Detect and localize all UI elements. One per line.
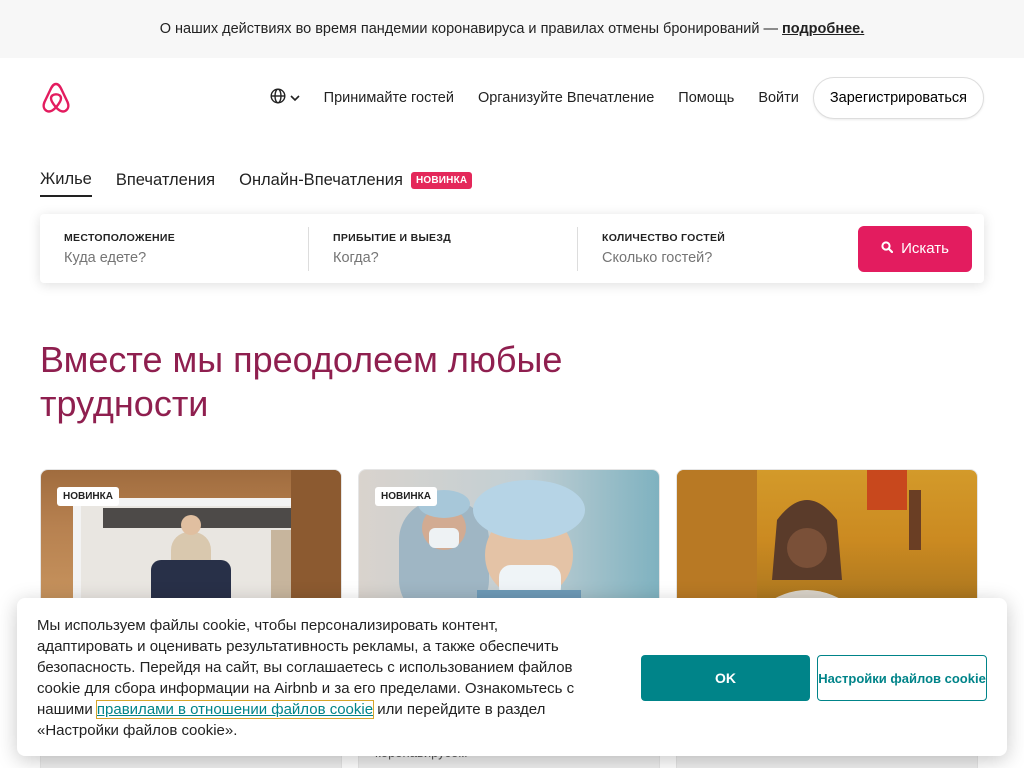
search-button[interactable]: Искать bbox=[858, 225, 972, 272]
card-new-badge: новинка bbox=[375, 487, 437, 506]
airbnb-logo-icon[interactable] bbox=[40, 81, 72, 115]
location-input[interactable] bbox=[64, 249, 284, 266]
card-image: новинка bbox=[359, 470, 659, 610]
new-badge: новинка bbox=[410, 172, 473, 189]
location-field[interactable]: Местоположение bbox=[40, 226, 309, 271]
covid-banner: О наших действиях во время пандемии коро… bbox=[0, 0, 1024, 58]
tab-online-experiences[interactable]: Онлайн-Впечатления новинка bbox=[239, 171, 473, 196]
dates-field[interactable]: Прибытие и выезд bbox=[309, 226, 578, 271]
guests-input[interactable] bbox=[602, 249, 822, 266]
card-new-badge: новинка bbox=[57, 487, 119, 506]
nav-help[interactable]: Помощь bbox=[678, 90, 734, 106]
globe-icon bbox=[270, 87, 286, 109]
guests-field[interactable]: Количество гостей bbox=[578, 227, 847, 271]
search-button-label: Искать bbox=[901, 240, 949, 257]
search-tabs: Жилье Впечатления Онлайн-Впечатления нов… bbox=[40, 170, 473, 197]
card-image: новинка bbox=[41, 470, 341, 610]
header: Принимайте гостей Организуйте Впечатлени… bbox=[0, 58, 1024, 138]
banner-text: О наших действиях во время пандемии коро… bbox=[159, 21, 779, 37]
tab-stays[interactable]: Жилье bbox=[40, 170, 92, 197]
cookie-banner: Мы используем файлы cookie, чтобы персон… bbox=[17, 598, 1007, 756]
nav-host-experience[interactable]: Организуйте Впечатление bbox=[478, 90, 654, 106]
dates-label: Прибытие и выезд bbox=[333, 231, 451, 244]
dates-input[interactable] bbox=[333, 249, 553, 266]
cookie-ok-button[interactable]: OK bbox=[641, 655, 810, 701]
chevron-down-icon bbox=[290, 89, 300, 107]
top-nav: Принимайте гостей Организуйте Впечатлени… bbox=[270, 77, 984, 119]
location-label: Местоположение bbox=[64, 231, 176, 244]
cookie-settings-button[interactable]: Настройки файлов cookie bbox=[817, 655, 987, 701]
card-image bbox=[677, 470, 977, 610]
cookie-policy-link[interactable]: правилами в отношении файлов cookie bbox=[95, 700, 375, 719]
nav-host[interactable]: Принимайте гостей bbox=[324, 90, 454, 106]
nav-login[interactable]: Войти bbox=[758, 90, 799, 106]
banner-more-link[interactable]: подробнее. bbox=[782, 21, 864, 37]
cookie-text: Мы используем файлы cookie, чтобы персон… bbox=[37, 615, 597, 741]
language-selector[interactable] bbox=[270, 87, 300, 109]
signup-button[interactable]: Зарегистрироваться bbox=[812, 77, 984, 119]
hero-title: Вместе мы преодолеем любые трудности bbox=[40, 339, 563, 424]
tab-online-label: Онлайн-Впечатления bbox=[239, 171, 403, 189]
search-bar: Местоположение Прибытие и выезд Количест… bbox=[40, 214, 984, 283]
guests-label: Количество гостей bbox=[602, 231, 726, 244]
tab-experiences[interactable]: Впечатления bbox=[116, 171, 215, 196]
search-icon bbox=[881, 240, 894, 257]
